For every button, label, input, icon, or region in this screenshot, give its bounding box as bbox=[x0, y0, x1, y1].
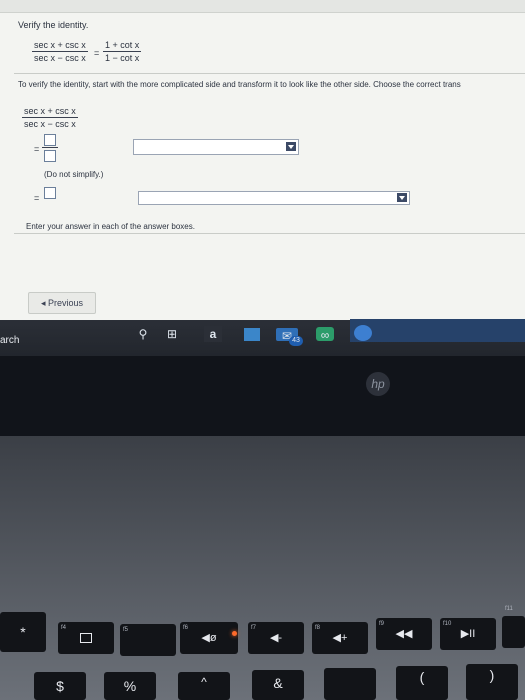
answer-hint: Enter your answer in each of the answer … bbox=[26, 222, 195, 231]
start-denominator: sec x − csc x bbox=[24, 119, 76, 129]
divider bbox=[14, 233, 525, 234]
laptop-bezel bbox=[0, 356, 525, 436]
key-f9-previous-track[interactable]: f9 ◀◀ bbox=[376, 618, 432, 650]
f8-label: f8 bbox=[315, 625, 321, 631]
window-top-bar bbox=[0, 0, 525, 13]
app-icon[interactable] bbox=[354, 325, 372, 341]
instruction-text: To verify the identity, start with the m… bbox=[18, 80, 461, 89]
identity-lhs-numerator: sec x + csc x bbox=[32, 40, 88, 52]
key-dollar[interactable]: $ bbox=[34, 672, 86, 700]
f6-label: f6 bbox=[183, 625, 189, 631]
chevron-down-icon[interactable] bbox=[397, 193, 407, 202]
identity-lhs-denominator: sec x − csc x bbox=[34, 53, 86, 63]
key-f11[interactable]: f11 bbox=[502, 606, 525, 648]
step1-equals: = bbox=[34, 144, 40, 154]
step2-answer-box[interactable] bbox=[44, 187, 56, 199]
mail-badge: 43 bbox=[289, 336, 303, 346]
active-window-strip bbox=[350, 319, 525, 342]
f10-label: f10 bbox=[443, 621, 452, 627]
key-ampersand[interactable]: & bbox=[252, 670, 304, 700]
taskbar-search-text[interactable]: arch bbox=[0, 335, 19, 346]
keyboard-deck bbox=[0, 436, 525, 700]
key-paren-close[interactable]: ) bbox=[466, 664, 518, 700]
identity-lhs-fraction: sec x + csc x sec x − csc x bbox=[32, 40, 88, 63]
previous-button[interactable]: ◂ Previous bbox=[28, 292, 96, 314]
amazon-icon[interactable]: a bbox=[204, 326, 222, 342]
browser-screen: Verify the identity. sec x + csc x sec x… bbox=[0, 0, 525, 320]
step2-equals: = bbox=[34, 193, 40, 203]
f5-label: f5 bbox=[123, 627, 129, 633]
previous-track-icon: ◀◀ bbox=[395, 628, 413, 640]
hp-logo: hp bbox=[366, 372, 390, 396]
task-view-icon[interactable]: ⊞ bbox=[164, 326, 180, 342]
key-f10-play-pause[interactable]: f10 ▶II bbox=[440, 618, 496, 650]
step1-dropdown[interactable] bbox=[133, 139, 299, 155]
start-numerator: sec x + csc x bbox=[22, 106, 78, 118]
mute-icon: ◀ø bbox=[201, 632, 217, 644]
step1-numerator-box[interactable] bbox=[44, 134, 56, 146]
display-icon bbox=[80, 633, 92, 643]
microphone-icon[interactable]: ⚲ bbox=[136, 326, 150, 342]
key-asterisk[interactable]: * bbox=[0, 612, 46, 652]
step1-fraction-bar bbox=[42, 147, 58, 148]
key-f4[interactable]: f4 bbox=[58, 622, 114, 654]
start-expression: sec x + csc x sec x − csc x bbox=[22, 106, 78, 129]
key-caret[interactable]: ^ bbox=[178, 672, 230, 700]
identity-rhs-denominator: 1 − cot x bbox=[105, 53, 140, 63]
do-not-simplify-note: (Do not simplify.) bbox=[44, 170, 104, 179]
mute-led-indicator bbox=[232, 631, 237, 636]
step2-dropdown[interactable] bbox=[138, 191, 410, 205]
step1-denominator-box[interactable] bbox=[44, 150, 56, 162]
identity-rhs-numerator: 1 + cot x bbox=[103, 40, 142, 52]
f4-label: f4 bbox=[61, 625, 67, 631]
photos-icon[interactable] bbox=[244, 328, 260, 341]
volume-down-icon: ◀- bbox=[269, 632, 283, 644]
key-f5[interactable]: f5 bbox=[120, 624, 176, 656]
volume-up-icon: ◀+ bbox=[332, 632, 348, 644]
chevron-down-icon[interactable] bbox=[286, 142, 296, 151]
key-f6-mute[interactable]: f6 ◀ø bbox=[180, 622, 238, 654]
identity-equals: = bbox=[94, 48, 100, 58]
key-paren-open[interactable]: ( bbox=[396, 666, 448, 700]
tripadvisor-icon[interactable]: ∞ bbox=[316, 327, 334, 342]
f11-label: f11 bbox=[505, 606, 513, 612]
identity-rhs-fraction: 1 + cot x 1 − cot x bbox=[103, 40, 142, 63]
key-f7-volume-down[interactable]: f7 ◀- bbox=[248, 622, 304, 654]
f7-label: f7 bbox=[251, 625, 257, 631]
key-f8-volume-up[interactable]: f8 ◀+ bbox=[312, 622, 368, 654]
problem-title: Verify the identity. bbox=[18, 20, 89, 30]
play-pause-icon: ▶II bbox=[460, 628, 476, 640]
f9-label: f9 bbox=[379, 621, 385, 627]
divider bbox=[14, 73, 525, 74]
key-percent[interactable]: % bbox=[104, 672, 156, 700]
key-blank[interactable] bbox=[324, 668, 376, 700]
